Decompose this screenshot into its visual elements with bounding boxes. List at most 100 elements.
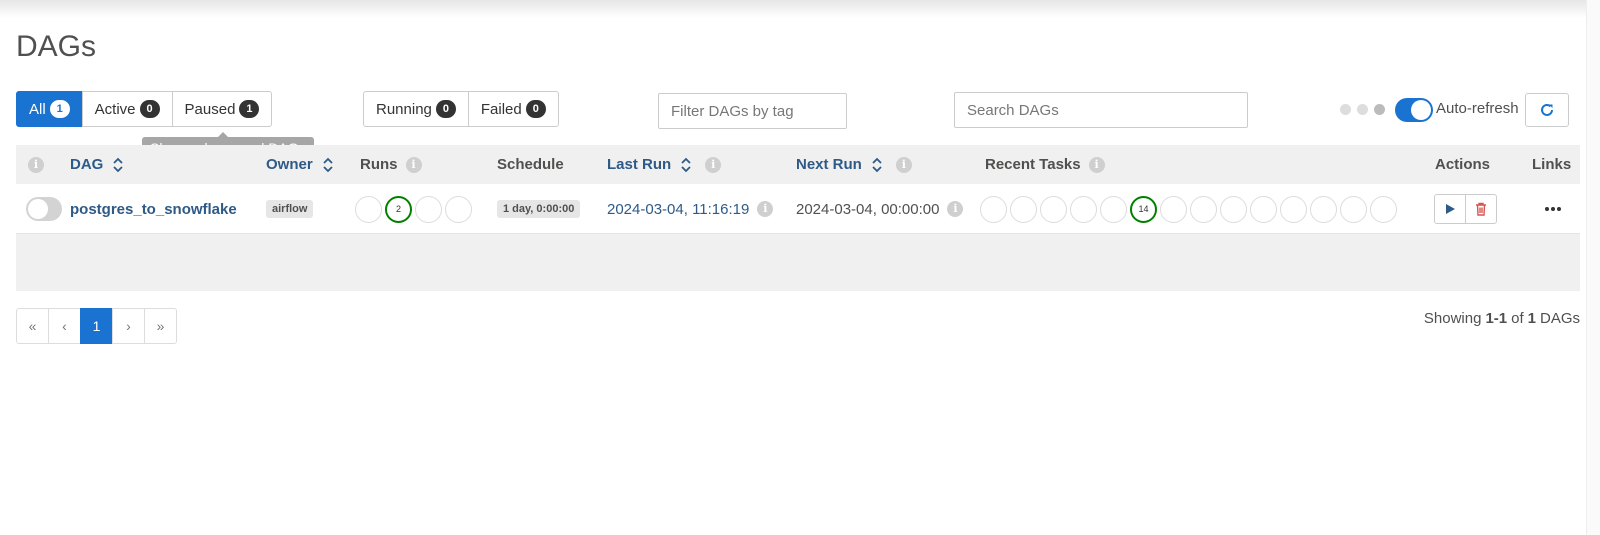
column-actions-label: Actions	[1435, 156, 1491, 173]
showing-total: 1	[1527, 310, 1536, 327]
task-state-circle[interactable]	[1040, 195, 1067, 223]
task-state-circle[interactable]	[1310, 195, 1337, 223]
filter-all-label: All	[29, 100, 46, 118]
prev-page-button[interactable]: ‹	[48, 308, 81, 344]
showing-suffix: DAGs	[1539, 310, 1580, 327]
column-recent-tasks-label: Recent Tasks	[985, 156, 1081, 173]
run-state-queued[interactable]	[355, 195, 382, 223]
refresh-icon	[1541, 103, 1553, 116]
column-schedule-label: Schedule	[497, 156, 564, 173]
task-state-circle[interactable]	[1010, 195, 1037, 223]
top-nav-shadow	[0, 0, 1600, 18]
column-owner[interactable]: Owner	[266, 145, 333, 184]
task-state-circle[interactable]	[1220, 195, 1247, 223]
first-page-button[interactable]: «	[16, 308, 49, 344]
task-state-circle[interactable]	[980, 195, 1007, 223]
auto-refresh-label: Auto-refresh	[1436, 100, 1519, 117]
column-dag-label: DAG	[70, 156, 104, 173]
dag-pause-toggle[interactable]	[26, 197, 62, 221]
task-state-circle[interactable]	[1340, 195, 1367, 223]
info-icon[interactable]: i	[757, 201, 774, 217]
task-state-circle[interactable]	[1100, 195, 1127, 223]
column-next-run-label: Next Run	[796, 156, 862, 173]
auto-refresh-toggle[interactable]	[1395, 98, 1433, 122]
filter-running-button[interactable]: Running 0	[363, 91, 469, 127]
select-all-info: i	[28, 145, 44, 184]
filter-paused-count: 1	[239, 100, 260, 118]
info-icon[interactable]: i	[705, 156, 722, 173]
filter-all-count: 1	[49, 100, 70, 118]
run-state-running[interactable]	[415, 195, 442, 223]
task-state-circle[interactable]	[1370, 195, 1397, 223]
column-recent-tasks: Recent Tasks i	[985, 145, 1105, 184]
row-actions	[1434, 184, 1497, 234]
run-state-failed[interactable]	[445, 195, 472, 223]
play-icon	[1446, 204, 1455, 214]
runs-status-circles: 2	[355, 184, 475, 234]
filter-active-count: 0	[139, 100, 160, 118]
sort-icon	[681, 157, 691, 172]
column-dag[interactable]: DAG	[70, 145, 123, 184]
showing-of: of	[1511, 310, 1524, 327]
info-icon[interactable]: i	[895, 156, 912, 173]
status-filter-group: All 1 Active 0 Paused 1	[16, 91, 273, 127]
filter-paused-button[interactable]: Paused 1	[171, 91, 273, 127]
column-runs-label: Runs	[360, 156, 398, 173]
task-state-circle[interactable]	[1280, 195, 1307, 223]
table-row: postgres_to_snowflake airflow 2 1 day, 0…	[16, 184, 1580, 234]
filter-failed-label: Failed	[480, 100, 522, 118]
info-icon[interactable]: i	[947, 201, 964, 217]
info-icon[interactable]: i	[1088, 156, 1105, 173]
trigger-dag-button[interactable]	[1434, 194, 1466, 224]
task-state-success[interactable]: 14	[1130, 195, 1157, 223]
refresh-button[interactable]	[1525, 93, 1569, 127]
column-next-run[interactable]: Next Run i	[796, 145, 912, 184]
filter-failed-button[interactable]: Failed 0	[467, 91, 559, 127]
column-runs: Runs i	[360, 145, 422, 184]
filter-active-button[interactable]: Active 0	[81, 91, 173, 127]
loading-indicator	[1340, 104, 1385, 115]
column-schedule: Schedule	[497, 145, 564, 184]
column-links: Links	[1532, 145, 1571, 184]
filter-running-label: Running	[376, 100, 432, 118]
column-actions: Actions	[1435, 145, 1490, 184]
info-icon[interactable]: i	[405, 156, 422, 173]
column-last-run-label: Last Run	[607, 156, 672, 173]
filter-failed-count: 0	[525, 100, 546, 118]
showing-prefix: Showing	[1423, 310, 1482, 327]
delete-dag-button[interactable]	[1465, 194, 1497, 224]
sort-icon	[323, 157, 333, 172]
current-page-button[interactable]: 1	[80, 308, 113, 344]
dag-id-link[interactable]: postgres_to_snowflake	[70, 201, 237, 218]
last-page-button[interactable]: »	[144, 308, 177, 344]
table-header: i DAG Owner Runs i Schedule Last Run i N…	[16, 145, 1580, 184]
filter-paused-label: Paused	[184, 100, 236, 118]
tag-filter-input[interactable]	[658, 93, 847, 129]
next-page-button[interactable]: ›	[112, 308, 145, 344]
page-title: DAGs	[16, 30, 97, 63]
run-state-success[interactable]: 2	[385, 195, 412, 223]
filter-active-label: Active	[94, 100, 136, 118]
info-icon: i	[28, 156, 44, 173]
filter-all-button[interactable]: All 1	[16, 91, 83, 127]
showing-range: 1-1	[1485, 310, 1508, 327]
column-links-label: Links	[1532, 156, 1572, 173]
filter-running-count: 0	[435, 100, 456, 118]
run-state-filter-group: Running 0 Failed 0	[363, 91, 559, 127]
last-run-link[interactable]: 2024-03-04, 11:16:19	[607, 201, 749, 218]
column-owner-label: Owner	[266, 156, 313, 173]
next-run-value: 2024-03-04, 00:00:00	[796, 200, 940, 218]
task-state-circle[interactable]	[1190, 195, 1217, 223]
task-state-circle[interactable]	[1070, 195, 1097, 223]
task-state-circle[interactable]	[1250, 195, 1277, 223]
trash-icon	[1476, 202, 1486, 216]
schedule-badge[interactable]: 1 day, 0:00:00	[497, 200, 581, 218]
owner-badge[interactable]: airflow	[266, 200, 314, 218]
task-state-circle[interactable]	[1160, 195, 1187, 223]
page-scrollbar[interactable]	[1586, 0, 1600, 535]
search-input[interactable]	[954, 92, 1248, 128]
table-footer-spacer	[16, 234, 1580, 291]
more-links-icon[interactable]	[1544, 206, 1562, 212]
column-last-run[interactable]: Last Run i	[607, 145, 722, 184]
sort-icon	[872, 157, 882, 172]
